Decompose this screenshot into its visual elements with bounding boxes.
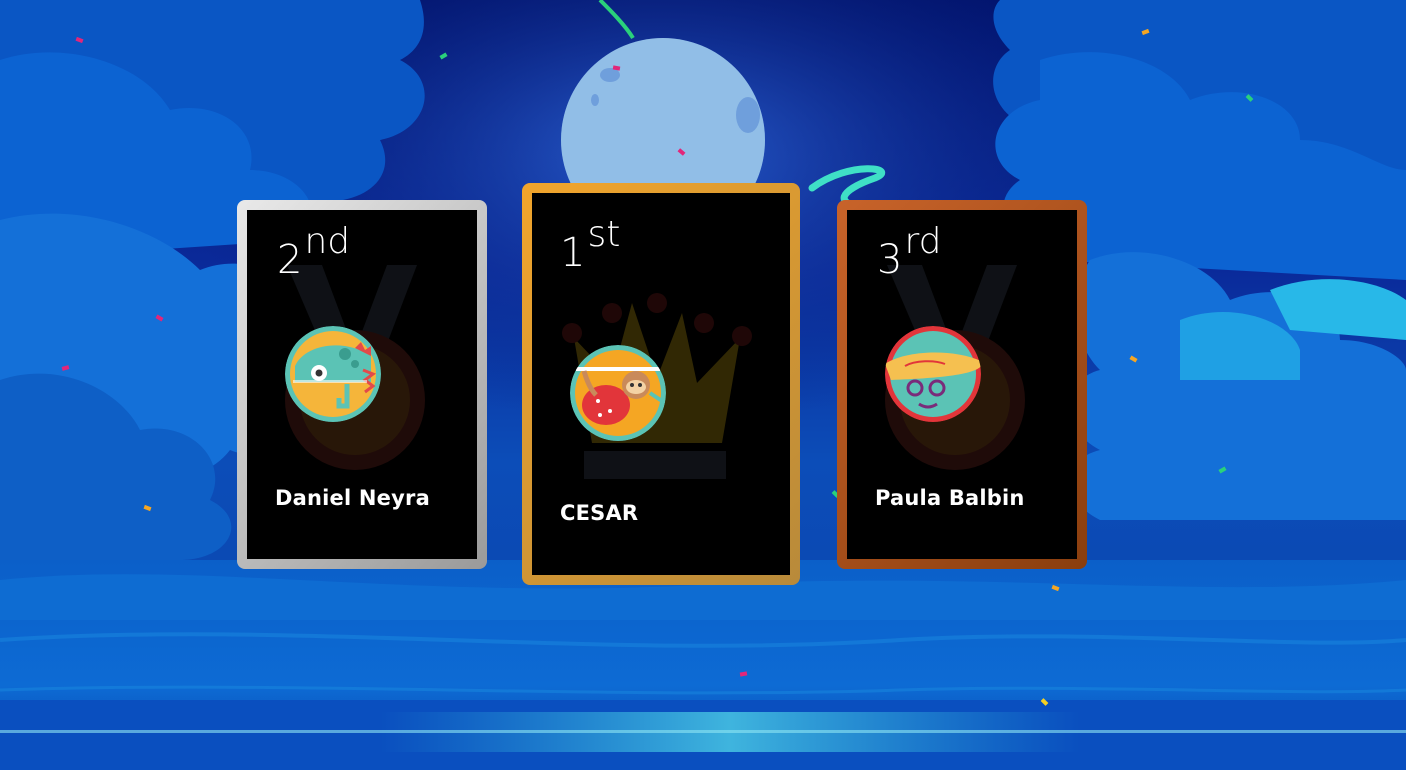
card-panel: 3rd Paula Balbin [847, 210, 1077, 559]
chameleon-avatar-icon [285, 326, 381, 422]
podium-card-third: 3rd Paula Balbin [837, 200, 1087, 569]
card-panel: 2nd Daniel Neyra [247, 210, 477, 559]
rank-label: 3rd [877, 221, 942, 283]
podium-card-first: 1st CESAR [522, 183, 800, 585]
player-name: Paula Balbin [875, 486, 1025, 510]
lizard-avatar-icon [885, 326, 981, 422]
player-name: CESAR [560, 501, 639, 525]
player-name: Daniel Neyra [275, 486, 430, 510]
rank-label: 1st [560, 214, 621, 276]
card-panel: 1st CESAR [532, 193, 790, 575]
sloth-avatar-icon [570, 345, 666, 441]
podium-card-second: 2nd Daniel Neyra [237, 200, 487, 569]
rank-label: 2nd [277, 221, 351, 283]
